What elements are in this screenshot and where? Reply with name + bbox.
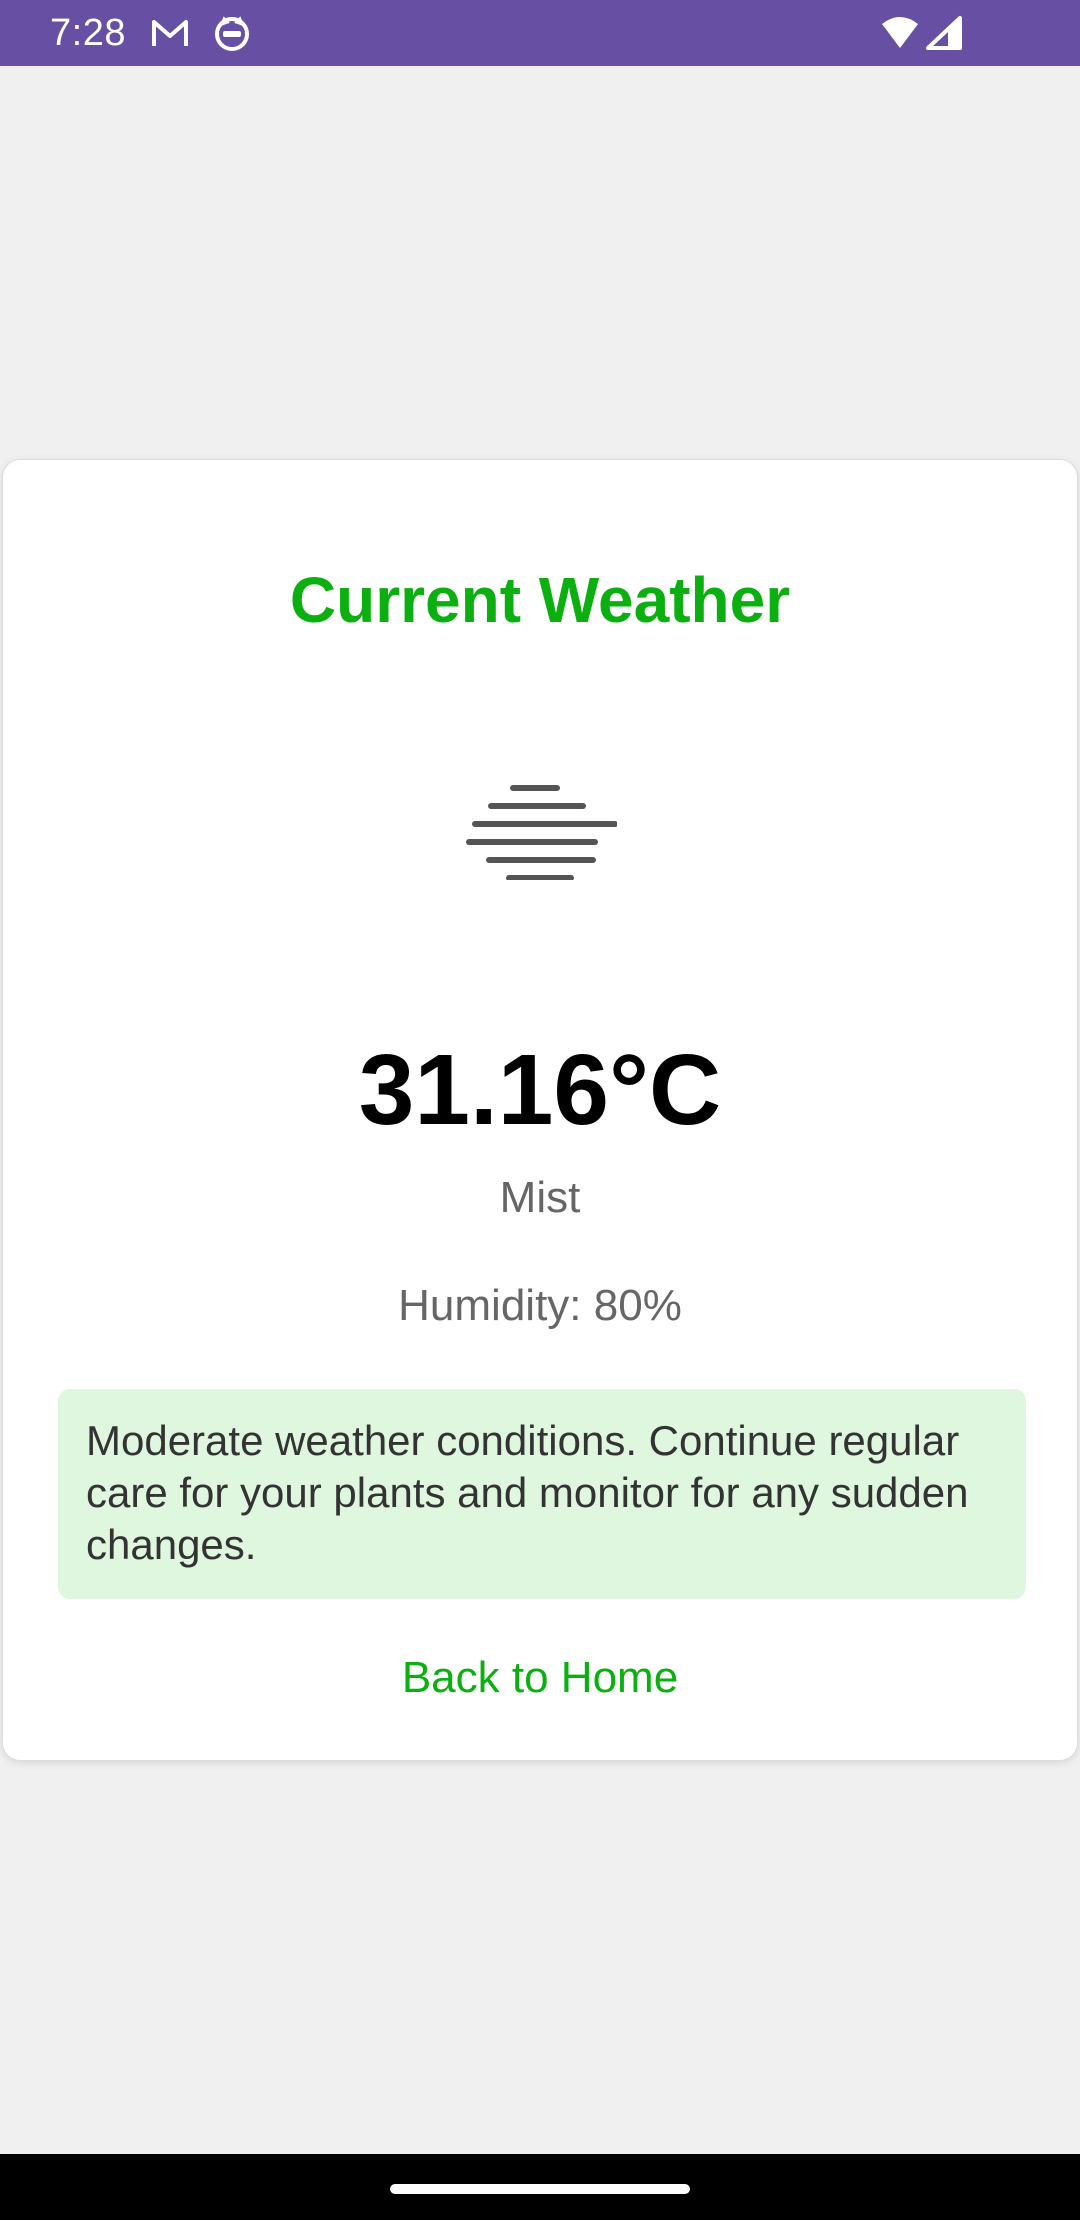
weather-card: Current Weather 31.16°C Mist Humidity: 8…: [2, 459, 1078, 1761]
weather-condition: Mist: [499, 1173, 581, 1222]
cat-app-icon: [212, 14, 252, 52]
advice-box: Moderate weather conditions. Continue re…: [58, 1389, 1026, 1599]
temperature-value: 31.16°C: [358, 1034, 722, 1146]
advice-text: Moderate weather conditions. Continue re…: [86, 1417, 969, 1568]
signal-icon: [924, 14, 964, 52]
back-to-home-link[interactable]: Back to Home: [3, 1650, 1077, 1706]
home-indicator[interactable]: [390, 2184, 690, 2194]
mist-icon: [465, 780, 617, 880]
humidity-value: Humidity: 80%: [398, 1281, 682, 1330]
navigation-bar: [0, 2154, 1080, 2220]
status-time: 7:28: [50, 12, 126, 54]
card-title: Current Weather: [289, 564, 791, 636]
status-bar: 7:28: [0, 0, 1080, 66]
wifi-icon: [880, 14, 920, 52]
gmail-icon: [150, 14, 190, 52]
